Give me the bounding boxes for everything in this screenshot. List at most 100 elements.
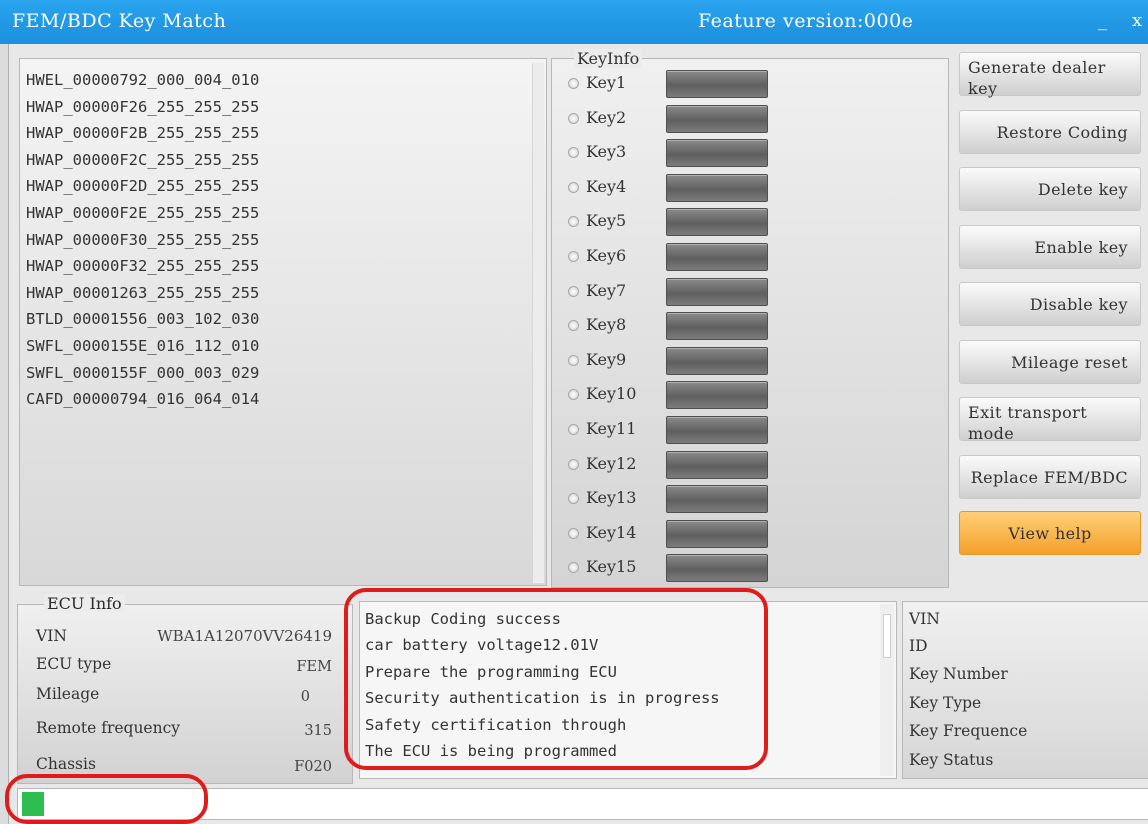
status-log[interactable]: Backup Coding success car battery voltag…	[359, 601, 897, 779]
key-radio[interactable]	[568, 251, 579, 262]
list-item[interactable]: SWFL_0000155E_016_112_010	[26, 333, 259, 360]
key-frequence-label: Key Frequence	[909, 722, 1028, 740]
title-bar: FEM/BDC Key Match Feature version:000e _…	[0, 0, 1148, 44]
ecu-mileage-row: Mileage 0	[36, 685, 336, 709]
ecu-type-label: ECU type	[36, 655, 112, 673]
list-item[interactable]: HWAP_00001263_255_255_255	[26, 280, 259, 307]
key-label: Key6	[586, 246, 627, 265]
key-slot-button[interactable]	[666, 346, 768, 375]
minimize-button[interactable]: _	[1098, 10, 1107, 31]
restore-coding-button[interactable]: Restore Coding	[959, 110, 1141, 154]
ecu-type-row: ECU type FEM	[36, 655, 336, 679]
key-radio[interactable]	[568, 147, 579, 159]
key-type-label: Key Type	[909, 694, 982, 712]
log-scrollbar[interactable]	[880, 604, 894, 776]
key-slot-button[interactable]	[666, 381, 768, 410]
key-slot-button[interactable]	[666, 243, 768, 271]
key-radio[interactable]	[568, 285, 579, 297]
feature-version: Feature version:000e	[698, 10, 914, 32]
app-window: FEM/BDC Key Match Feature version:000e _…	[0, 0, 1148, 824]
key-radio[interactable]	[568, 527, 579, 539]
log-line: car battery voltage12.01V	[365, 636, 599, 655]
enable-key-button[interactable]: Enable key	[959, 225, 1141, 269]
key-slot-button[interactable]	[666, 416, 768, 444]
key-radio[interactable]	[568, 78, 579, 89]
list-item[interactable]: HWAP_00000F30_255_255_255	[26, 227, 259, 254]
ecu-mileage-label: Mileage	[36, 685, 100, 703]
key-radio[interactable]	[568, 354, 579, 366]
client-area: HWEL_00000792_000_004_010 HWAP_00000F26_…	[8, 44, 1148, 824]
disable-key-button[interactable]: Disable key	[959, 282, 1141, 326]
key-radio[interactable]	[568, 216, 579, 228]
key-radio[interactable]	[568, 112, 579, 124]
ecu-file-list[interactable]: HWEL_00000792_000_004_010 HWAP_00000F26_…	[19, 58, 547, 586]
list-item[interactable]: BTLD_00001556_003_102_030	[26, 306, 259, 333]
window-title: FEM/BDC Key Match	[12, 10, 227, 32]
key-slot-button[interactable]	[666, 519, 768, 548]
key-radio[interactable]	[568, 181, 579, 193]
button-label: Delete key	[1037, 180, 1128, 199]
list-item[interactable]: HWAP_00000F26_255_255_255	[26, 94, 259, 121]
exit-transport-mode-button[interactable]: Exit transport mode	[959, 397, 1141, 443]
delete-key-button[interactable]: Delete key	[959, 167, 1141, 211]
button-label: Replace FEM/BDC	[970, 468, 1128, 487]
key-radio[interactable]	[568, 562, 579, 574]
list-item[interactable]: HWEL_00000792_000_004_010	[26, 67, 259, 94]
key-radio[interactable]	[568, 458, 579, 470]
replace-fem-bdc-button[interactable]: Replace FEM/BDC	[959, 455, 1141, 499]
close-button[interactable]: x	[1132, 10, 1142, 31]
ecu-chassis-row: Chassis F020	[36, 755, 336, 779]
list-item[interactable]: HWAP_00000F2B_255_255_255	[26, 120, 259, 147]
ecu-remote-frequency-label: Remote frequency	[36, 719, 181, 737]
list-item[interactable]: CAFD_00000794_016_064_014	[26, 386, 259, 413]
key-label: Key13	[586, 488, 637, 508]
log-scroll-thumb[interactable]	[883, 614, 891, 658]
key-slot-button[interactable]	[666, 450, 768, 479]
list-item[interactable]: HWAP_00000F32_255_255_255	[26, 253, 259, 280]
key-id-label: ID	[909, 637, 928, 655]
list-item[interactable]: SWFL_0000155F_000_003_029	[26, 360, 259, 387]
button-label: Disable key	[1029, 295, 1128, 314]
view-help-button[interactable]: View help	[959, 511, 1141, 555]
button-label: Restore Coding	[996, 123, 1128, 142]
key-label: Key2	[586, 107, 627, 127]
key-slot-button[interactable]	[666, 208, 768, 237]
key-radio[interactable]	[568, 389, 579, 401]
file-list-scrollbar[interactable]	[532, 63, 544, 583]
key-label: Key10	[586, 384, 637, 404]
list-item[interactable]: HWAP_00000F2D_255_255_255	[26, 173, 259, 200]
ecu-chassis-value: F020	[294, 759, 332, 775]
button-label: Mileage reset	[1011, 353, 1128, 372]
key-radio[interactable]	[568, 493, 579, 505]
generate-dealer-key-button[interactable]: Generate dealer key	[959, 52, 1141, 98]
mileage-reset-button[interactable]: Mileage reset	[959, 340, 1141, 384]
key-slot-button[interactable]	[666, 312, 768, 341]
key-radio[interactable]	[568, 424, 579, 435]
key-slot-button[interactable]	[666, 70, 768, 98]
key-slot-button[interactable]	[666, 173, 768, 202]
ecu-chassis-label: Chassis	[36, 755, 96, 773]
key-slot-button[interactable]	[666, 277, 768, 306]
ecu-vin-value: WBA1A12070VV26419	[157, 627, 332, 645]
key-label: Key7	[586, 280, 627, 300]
key-label: Key1	[586, 73, 627, 92]
ecu-mileage-value: 0	[300, 689, 310, 705]
key-label: Key4	[586, 176, 627, 196]
key-slot-button[interactable]	[666, 485, 768, 514]
key-detail-panel: VIN ID Key Number Key Type Key Frequence…	[902, 601, 1148, 779]
key-radio[interactable]	[568, 320, 579, 332]
button-label: Exit transport mode	[968, 403, 1088, 443]
button-label: Enable key	[1034, 238, 1128, 257]
ecu-info-title: ECU Info	[44, 594, 125, 613]
list-item[interactable]: HWAP_00000F2E_255_255_255	[26, 200, 259, 227]
log-line: Safety certification through	[365, 715, 627, 734]
key-slot-button[interactable]	[666, 104, 768, 133]
progress-fill	[22, 792, 44, 816]
key-slot-button[interactable]	[666, 554, 768, 583]
key-label: Key8	[586, 315, 627, 335]
list-item[interactable]: HWAP_00000F2C_255_255_255	[26, 147, 259, 174]
button-label: Generate dealer key	[968, 58, 1106, 98]
key-slot-button[interactable]	[666, 139, 768, 168]
log-line: Security authentication is in progress	[365, 689, 720, 708]
key-info-title: KeyInfo	[574, 49, 643, 68]
